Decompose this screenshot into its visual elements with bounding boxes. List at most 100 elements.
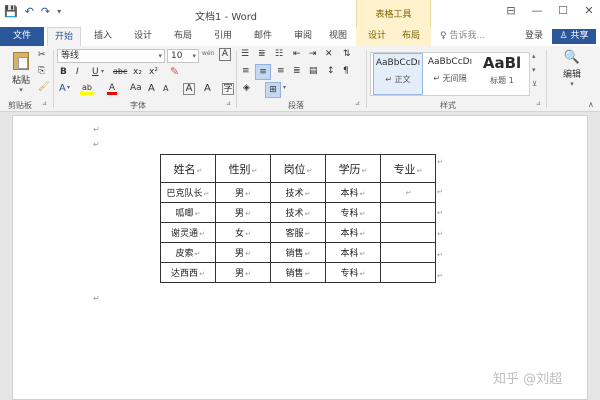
styles-launcher-icon[interactable]: ⊿ — [536, 100, 541, 107]
tab-mailings[interactable]: 邮件 — [246, 27, 280, 46]
paste-button[interactable]: 粘贴 ▾ — [6, 50, 36, 96]
bold-button[interactable]: B — [60, 67, 67, 77]
table-cell[interactable]: 销售↵ — [270, 242, 326, 263]
share-button[interactable]: ♙ 共享 — [552, 29, 596, 44]
table-cell[interactable]: 男↵ — [215, 262, 271, 283]
justify-icon[interactable]: ≣ — [293, 66, 301, 76]
table-cell[interactable]: 技术↵ — [270, 202, 326, 223]
tab-insert[interactable]: 插入 — [86, 27, 120, 46]
table-cell[interactable]: 男↵ — [215, 202, 271, 223]
char-shading-button[interactable]: A — [204, 83, 211, 94]
table-cell[interactable]: 技术↵ — [270, 182, 326, 203]
strikethrough-button[interactable]: abc — [113, 67, 127, 76]
table-cell[interactable]: 谢灵通↵ — [160, 222, 216, 243]
increase-indent-icon[interactable]: ⇥ — [309, 49, 317, 59]
employee-table[interactable]: 姓名↵ 性别↵ 岗位↵ 学历↵ 专业↵ 巴克队长↵ 男↵ 技术↵ 本科↵ ↵ 呱… — [160, 154, 436, 283]
table-cell[interactable]: 呱唧↵ — [160, 202, 216, 223]
borders-icon[interactable]: ⊞ — [265, 82, 281, 98]
table-cell[interactable] — [380, 262, 436, 283]
editing-button[interactable]: 🔍 编辑 ▾ — [552, 50, 592, 88]
minimize-button[interactable]: — — [530, 4, 544, 17]
char-border-2-button[interactable]: 字 — [222, 83, 234, 95]
table-cell[interactable]: 女↵ — [215, 222, 271, 243]
clipboard-launcher-icon[interactable]: ⊿ — [42, 100, 47, 107]
decrease-indent-icon[interactable]: ⇤ — [293, 49, 301, 59]
character-border-button[interactable]: A — [219, 48, 231, 61]
encircle-char-button[interactable]: A — [183, 83, 195, 95]
text-effects-button[interactable]: A — [59, 83, 66, 94]
table-cell[interactable]: 男↵ — [215, 182, 271, 203]
copy-icon[interactable]: ⎘ — [38, 66, 45, 76]
multilevel-list-icon[interactable]: ☷ — [275, 49, 283, 59]
tab-table-design[interactable]: 设计 — [362, 27, 392, 46]
table-cell[interactable] — [380, 222, 436, 243]
phonetic-guide-button[interactable]: wén — [202, 48, 214, 57]
underline-button[interactable]: U — [92, 67, 99, 77]
table-cell[interactable] — [380, 242, 436, 263]
font-launcher-icon[interactable]: ⊿ — [226, 100, 231, 107]
distributed-icon[interactable]: ▤ — [309, 66, 318, 76]
header-cell-position[interactable]: 岗位↵ — [270, 154, 326, 183]
redo-icon[interactable]: ↷ — [41, 5, 50, 18]
subscript-button[interactable]: x₂ — [133, 67, 142, 77]
style-no-spacing[interactable]: AaBbCcDı ↵ 无间隔 — [425, 53, 475, 95]
table-cell[interactable]: 男↵ — [215, 242, 271, 263]
collapse-ribbon-icon[interactable]: ∧ — [588, 100, 594, 109]
table-cell[interactable]: 客服↵ — [270, 222, 326, 243]
case-button[interactable]: Aa — [130, 83, 142, 93]
table-cell[interactable]: ↵ — [380, 182, 436, 203]
tab-table-layout[interactable]: 布局 — [396, 27, 426, 46]
show-marks-icon[interactable]: ¶ — [343, 66, 349, 76]
superscript-button[interactable]: x² — [149, 67, 158, 77]
maximize-button[interactable]: ☐ — [556, 4, 570, 17]
table-cell[interactable]: 专科↵ — [325, 202, 381, 223]
font-name-select[interactable]: 等线 ▾ — [57, 49, 165, 63]
tab-layout[interactable]: 布局 — [166, 27, 200, 46]
font-color-button[interactable]: A — [107, 83, 117, 95]
italic-button[interactable]: I — [76, 67, 79, 77]
table-cell[interactable]: 专科↵ — [325, 262, 381, 283]
save-icon[interactable]: 💾 — [4, 5, 18, 18]
chinese-layout-icon[interactable]: ✕ — [325, 49, 333, 59]
header-cell-major[interactable]: 专业↵ — [380, 154, 436, 183]
chevron-up-icon[interactable]: ▴ — [532, 52, 536, 60]
table-cell[interactable]: 本科↵ — [325, 182, 381, 203]
tab-references[interactable]: 引用 — [206, 27, 240, 46]
tell-me-search[interactable]: ♀ 告诉我... — [440, 27, 485, 46]
table-cell[interactable]: 达西西↵ — [160, 262, 216, 283]
document-page[interactable]: ↵ ↵ 姓名↵ 性别↵ 岗位↵ 学历↵ 专业↵ 巴克队长↵ 男↵ 技术↵ 本科↵… — [12, 115, 588, 400]
paragraph-launcher-icon[interactable]: ⊿ — [355, 100, 360, 107]
highlight-color-button[interactable]: ab — [80, 83, 94, 95]
login-link[interactable]: 登录 — [525, 27, 543, 46]
header-cell-name[interactable]: 姓名↵ — [160, 154, 216, 183]
table-cell[interactable]: 本科↵ — [325, 222, 381, 243]
sort-icon[interactable]: ⇅ — [343, 49, 351, 59]
style-normal[interactable]: AaBbCcDı ↵ 正文 — [373, 53, 423, 95]
table-cell[interactable]: 本科↵ — [325, 242, 381, 263]
tab-home[interactable]: 开始 — [47, 27, 81, 46]
bullets-icon[interactable]: ☰ — [241, 49, 249, 59]
align-center-icon[interactable]: ≡ — [255, 64, 271, 80]
table-cell[interactable]: 巴克队长↵ — [160, 182, 216, 203]
close-button[interactable]: ✕ — [582, 4, 596, 17]
chevron-down-icon[interactable]: ▾ — [532, 66, 536, 74]
tab-view[interactable]: 视图 — [322, 27, 354, 46]
table-cell[interactable] — [380, 202, 436, 223]
customize-qat-icon[interactable]: ▾ — [57, 7, 61, 16]
styles-more-icon[interactable]: ⊻ — [532, 80, 537, 88]
format-painter-icon[interactable]: 🖌 — [38, 82, 49, 92]
line-spacing-icon[interactable]: ↕ — [327, 66, 335, 76]
header-cell-gender[interactable]: 性别↵ — [215, 154, 271, 183]
font-size-select[interactable]: 10 ▾ — [167, 49, 199, 63]
align-right-icon[interactable]: ≡ — [277, 66, 285, 76]
tab-file[interactable]: 文件 — [0, 27, 44, 46]
style-heading-1[interactable]: AaBl 标题 1 — [477, 53, 527, 95]
table-cell[interactable]: 皮索↵ — [160, 242, 216, 263]
numbering-icon[interactable]: ≣ — [258, 49, 266, 59]
clear-formatting-icon[interactable]: ✎ — [170, 65, 179, 78]
shading-icon[interactable]: ◈ — [243, 83, 250, 93]
cut-icon[interactable]: ✂ — [38, 50, 46, 60]
ribbon-display-icon[interactable]: ⊟ — [504, 4, 518, 17]
tab-design[interactable]: 设计 — [126, 27, 160, 46]
table-cell[interactable]: 销售↵ — [270, 262, 326, 283]
